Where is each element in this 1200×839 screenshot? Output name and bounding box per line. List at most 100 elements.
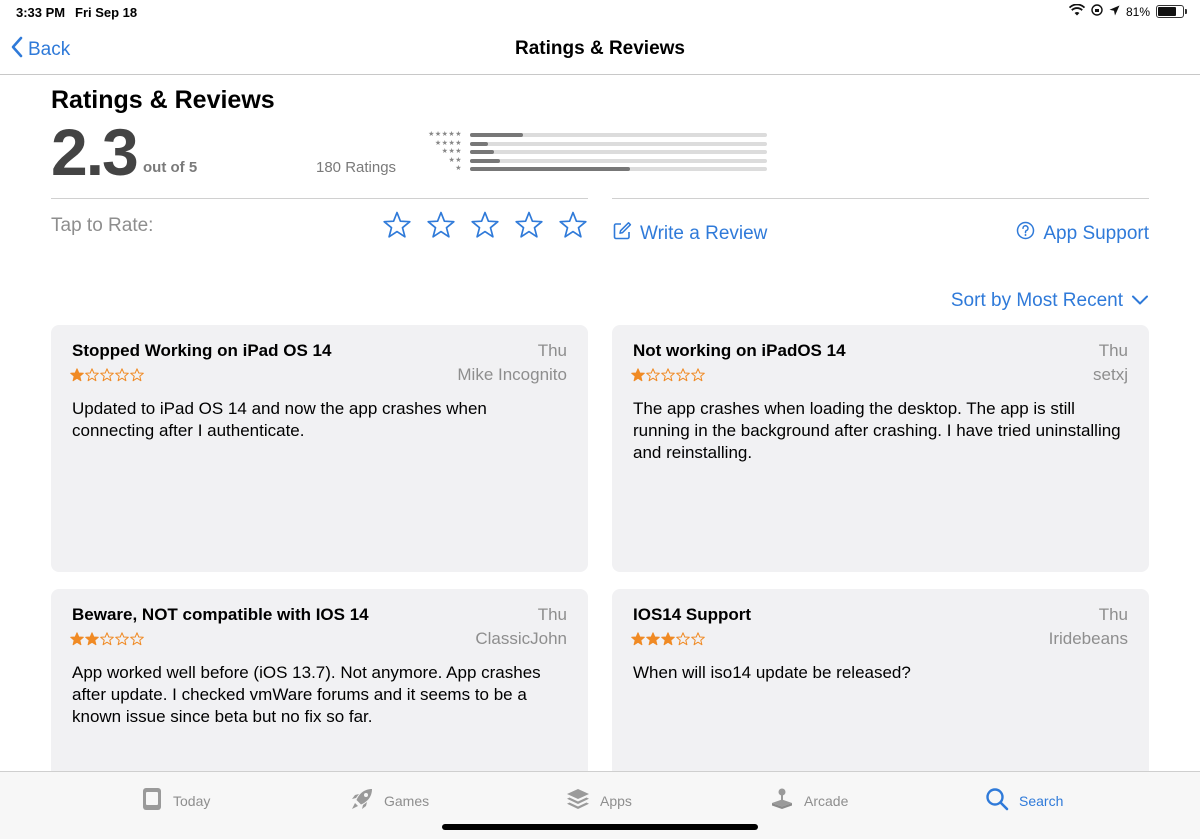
tab-label: Games: [384, 792, 430, 809]
star-empty-icon: [115, 368, 129, 382]
star-empty-icon: [661, 368, 675, 382]
review-body: App worked well before (iOS 13.7). Not a…: [72, 663, 541, 726]
histogram-track-2: [470, 158, 767, 163]
star-empty-icon: [130, 368, 144, 382]
rate-star-2[interactable]: [426, 210, 456, 240]
review-body: The app crashes when loading the desktop…: [633, 399, 1121, 462]
tab-arcade[interactable]: Arcade: [770, 787, 848, 814]
battery-percent: 81%: [1125, 4, 1150, 19]
tab-search[interactable]: Search: [985, 787, 1063, 814]
nav-divider: [0, 74, 1200, 75]
star-filled-icon: [70, 632, 84, 646]
star-filled-icon: [646, 632, 660, 646]
histogram-track-1: [470, 167, 767, 172]
home-indicator[interactable]: [442, 824, 758, 830]
review-card[interactable]: Stopped Working on iPad OS 14 Thu Mike I…: [51, 325, 588, 572]
status-date: Fri Sep 18: [75, 5, 138, 20]
histogram-star-labels: ★★★★★ ★★★★ ★★★ ★★ ★: [416, 131, 462, 174]
star-empty-icon: [100, 368, 114, 382]
review-stars: [631, 632, 705, 646]
star-filled-icon: [631, 632, 645, 646]
chevron-down-icon: [1131, 290, 1149, 312]
rate-star-5[interactable]: [558, 210, 588, 240]
review-date: Thu: [537, 341, 567, 360]
orientation-lock-icon: [1091, 4, 1103, 19]
write-review-label: Write a Review: [640, 222, 768, 244]
star-row-5: ★★★★★: [428, 131, 462, 138]
star-empty-icon: [676, 368, 690, 382]
rate-star-1[interactable]: [382, 210, 412, 240]
tab-apps[interactable]: Apps: [566, 787, 632, 814]
status-indicators: 81%: [1068, 3, 1187, 19]
section-title: Ratings & Reviews: [51, 86, 275, 114]
tap-to-rate-label: Tap to Rate:: [51, 215, 154, 236]
review-stars: [70, 368, 144, 382]
today-icon: [141, 787, 163, 814]
review-card[interactable]: IOS14 Support Thu Iridebeans When will i…: [612, 589, 1149, 779]
location-icon: [1109, 5, 1120, 19]
layers-icon: [566, 787, 590, 814]
star-empty-icon: [130, 632, 144, 646]
review-author: ClassicJohn: [475, 629, 567, 648]
search-icon: [985, 787, 1009, 814]
review-author: Iridebeans: [1048, 629, 1128, 648]
review-date: Thu: [537, 605, 567, 624]
review-card[interactable]: Beware, NOT compatible with IOS 14 Thu C…: [51, 589, 588, 779]
tab-label: Apps: [600, 792, 632, 809]
review-title: IOS14 Support: [633, 605, 752, 624]
review-title: Stopped Working on iPad OS 14: [72, 341, 332, 360]
question-circle-icon: [1016, 221, 1035, 246]
compose-icon: [613, 221, 632, 246]
star-empty-icon: [100, 632, 114, 646]
histogram-bar-4: [470, 141, 488, 146]
star-empty-icon: [676, 632, 690, 646]
out-of-label: out of 5: [143, 159, 198, 176]
wifi-icon: [1068, 3, 1086, 19]
tab-label: Arcade: [804, 792, 849, 809]
rating-histogram: [470, 133, 767, 176]
review-body: Updated to iPad OS 14 and now the app cr…: [72, 399, 487, 440]
tab-today[interactable]: Today: [141, 787, 210, 814]
star-empty-icon: [691, 632, 705, 646]
battery-fill: [1158, 7, 1176, 16]
tap-to-rate-stars: [382, 210, 588, 240]
rocket-icon: [350, 787, 374, 814]
sort-label: Sort by Most Recent: [950, 290, 1123, 311]
star-row-3: ★★★: [441, 148, 462, 155]
review-date: Thu: [1098, 341, 1128, 360]
star-filled-icon: [70, 368, 84, 382]
average-rating: 2.3: [51, 115, 139, 189]
write-review-button[interactable]: Write a Review: [613, 221, 767, 246]
star-row-2: ★★: [448, 156, 462, 164]
app-support-label: App Support: [1043, 222, 1149, 244]
sort-button[interactable]: Sort by Most Recent: [951, 290, 1149, 312]
tab-games[interactable]: Games: [350, 787, 429, 814]
review-stars: [70, 632, 144, 646]
app-support-button[interactable]: App Support: [1016, 221, 1149, 246]
star-empty-icon: [85, 368, 99, 382]
divider-left: [51, 198, 588, 199]
status-time: 3:33 PM: [16, 5, 66, 20]
rate-star-4[interactable]: [514, 210, 544, 240]
histogram-bar-2: [470, 158, 500, 163]
histogram-bar-5: [470, 133, 524, 137]
review-title: Beware, NOT compatible with IOS 14: [72, 605, 369, 624]
histogram-bar-1: [470, 167, 631, 172]
star-filled-icon: [631, 368, 645, 382]
tab-label: Search: [1019, 792, 1064, 809]
star-empty-icon: [646, 368, 660, 382]
star-filled-icon: [661, 632, 675, 646]
star-empty-icon: [691, 368, 705, 382]
histogram-track-4: [470, 141, 767, 146]
review-author: Mike Incognito: [457, 365, 567, 384]
review-author: setxj: [1093, 365, 1128, 384]
star-row-1: ★: [455, 165, 462, 172]
divider-right: [612, 198, 1149, 199]
review-card[interactable]: Not working on iPadOS 14 Thu setxj The a…: [612, 325, 1149, 572]
rate-star-3[interactable]: [470, 210, 500, 240]
ratings-count: 180 Ratings: [316, 159, 397, 176]
star-filled-icon: [85, 632, 99, 646]
review-body: When will iso14 update be released?: [633, 663, 911, 682]
joystick-icon: [770, 787, 794, 814]
histogram-bar-3: [470, 150, 494, 155]
